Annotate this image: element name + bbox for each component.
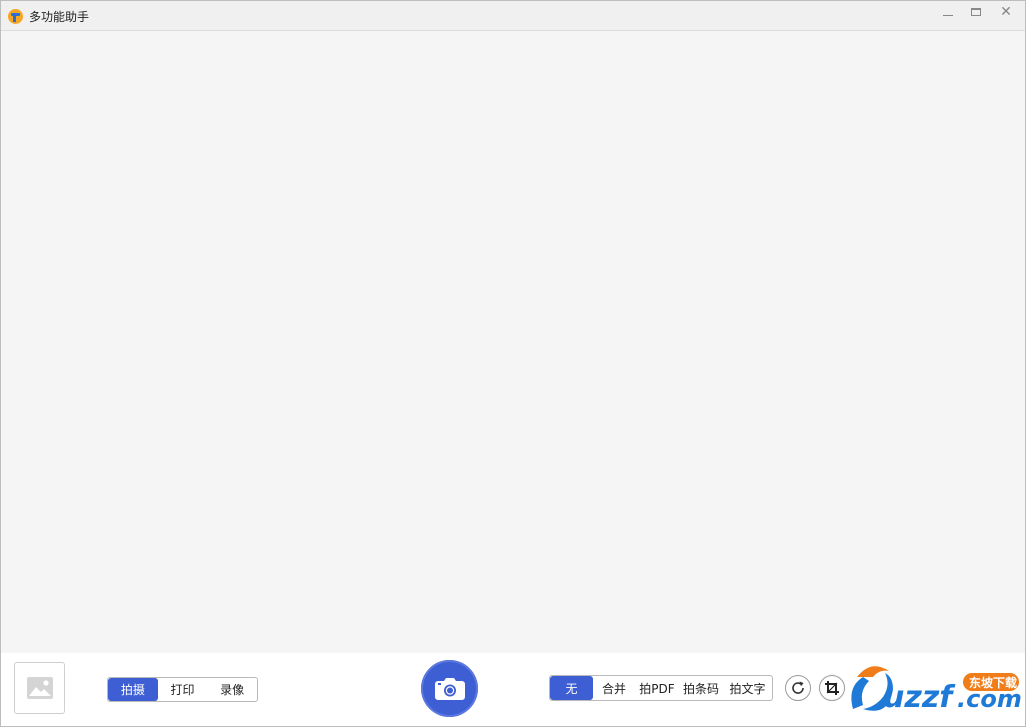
mode-photo-tab[interactable]: 拍摄 xyxy=(108,678,158,701)
merge-mode-selector: 无 合并 拍PDF 拍条码 拍文字 xyxy=(549,675,773,701)
svg-text:东坡下载: 东坡下载 xyxy=(969,675,1017,690)
mode-record-tab[interactable]: 录像 xyxy=(207,678,257,701)
merge-none-tab[interactable]: 无 xyxy=(550,676,593,700)
crop-icon xyxy=(825,681,839,695)
maximize-icon xyxy=(971,8,981,16)
camera-preview-area xyxy=(1,31,1025,653)
rotate-button[interactable] xyxy=(785,675,811,701)
bottom-toolbar: 拍摄 打印 录像 无 合并 拍PDF 拍条码 拍文字 uzzf .com 东坡下… xyxy=(1,653,1025,726)
crop-button[interactable] xyxy=(819,675,845,701)
rotate-icon xyxy=(792,681,804,694)
last-capture-thumbnail[interactable] xyxy=(14,662,65,714)
merge-text-tab[interactable]: 拍文字 xyxy=(723,676,772,700)
minimize-button[interactable] xyxy=(933,1,963,23)
shutter-button[interactable] xyxy=(421,660,478,717)
minimize-icon xyxy=(943,14,953,16)
maximize-button[interactable] xyxy=(961,1,991,23)
capture-mode-selector: 拍摄 打印 录像 xyxy=(107,677,258,702)
merge-barcode-tab[interactable]: 拍条码 xyxy=(679,676,723,700)
close-button[interactable]: ✕ xyxy=(991,1,1021,23)
title-bar[interactable]: 多功能助手 ✕ xyxy=(1,1,1025,31)
image-placeholder-icon xyxy=(26,677,53,699)
site-watermark-logo: uzzf .com 东坡下载 xyxy=(849,661,1025,719)
camera-icon xyxy=(434,677,465,700)
app-logo-icon xyxy=(8,9,23,24)
svg-text:uzzf: uzzf xyxy=(883,680,956,715)
close-icon: ✕ xyxy=(1000,4,1012,20)
window-title: 多功能助手 xyxy=(29,10,90,24)
merge-combine-tab[interactable]: 合并 xyxy=(593,676,635,700)
merge-pdf-tab[interactable]: 拍PDF xyxy=(635,676,679,700)
mode-print-tab[interactable]: 打印 xyxy=(158,678,208,701)
app-window: 多功能助手 ✕ 拍摄 打印 录像 无 合并 拍PDF 拍条码 拍文字 uzzf … xyxy=(0,0,1026,727)
uzzf-logo: uzzf .com 东坡下载 xyxy=(851,666,1022,715)
